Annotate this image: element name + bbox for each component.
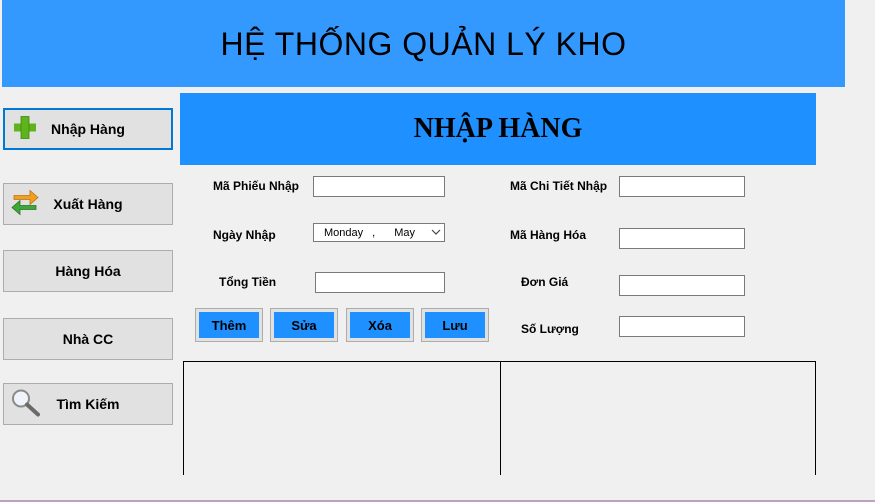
chevron-down-icon[interactable] — [431, 226, 441, 241]
date-month: May — [394, 226, 415, 239]
ma-phieu-nhap-input[interactable] — [313, 176, 445, 197]
tong-tien-label: Tổng Tiền — [219, 275, 277, 289]
panel-title-bar: NHẬP HÀNG — [180, 93, 816, 165]
data-grid-divider — [500, 361, 501, 475]
luu-button-frame: Lưu — [421, 308, 489, 342]
ma-hang-hoa-label: Mã Hàng Hóa — [510, 228, 587, 242]
them-button-frame: Thêm — [195, 308, 263, 342]
sidebar-item-tim-kiem[interactable]: Tìm Kiếm — [3, 383, 173, 425]
sidebar-item-label: Nhà CC — [62, 331, 114, 347]
ma-hang-hoa-input[interactable] — [619, 228, 745, 249]
sua-button[interactable]: Sửa — [274, 312, 334, 338]
sidebar-item-xuat-hang[interactable]: Xuất Hàng — [3, 183, 173, 225]
app-header: HỆ THỐNG QUẢN LÝ KHO — [2, 0, 845, 87]
magnifier-icon — [10, 388, 42, 421]
sidebar-item-label: Tìm Kiếm — [56, 396, 120, 412]
sidebar-item-nhap-hang[interactable]: Nhập Hàng — [3, 108, 173, 150]
ma-chi-tiet-nhap-input[interactable] — [619, 176, 745, 197]
sidebar-item-label: Nhập Hàng — [51, 121, 125, 137]
xoa-button[interactable]: Xóa — [350, 312, 410, 338]
sidebar-item-label: Hàng Hóa — [55, 263, 121, 279]
sidebar-item-nha-cc[interactable]: Nhà CC — [3, 318, 173, 360]
ma-chi-tiet-nhap-label: Mã Chi Tiết Nhập — [510, 179, 608, 193]
plus-icon — [11, 114, 39, 145]
tong-tien-input[interactable] — [315, 272, 445, 293]
ngay-nhap-date-picker[interactable]: Monday , May — [313, 223, 445, 242]
so-luong-label: Số Lượng — [521, 322, 579, 336]
ma-phieu-nhap-label: Mã Phiếu Nhập — [213, 179, 300, 193]
sidebar-item-label: Xuất Hàng — [53, 196, 123, 212]
don-gia-label: Đơn Giá — [521, 275, 569, 289]
don-gia-input[interactable] — [619, 275, 745, 296]
luu-button[interactable]: Lưu — [425, 312, 485, 338]
app-title: HỆ THỐNG QUẢN LÝ KHO — [220, 26, 627, 62]
sua-button-frame: Sửa — [270, 308, 338, 342]
sidebar-item-hang-hoa[interactable]: Hàng Hóa — [3, 250, 173, 292]
date-day: Monday — [324, 226, 364, 239]
xoa-button-frame: Xóa — [346, 308, 414, 342]
date-separator: , — [372, 226, 376, 239]
exchange-arrows-icon — [10, 189, 40, 220]
panel-title: NHẬP HÀNG — [413, 113, 583, 144]
so-luong-input[interactable] — [619, 316, 745, 337]
ngay-nhap-label: Ngày Nhập — [213, 228, 276, 242]
them-button[interactable]: Thêm — [199, 312, 259, 338]
